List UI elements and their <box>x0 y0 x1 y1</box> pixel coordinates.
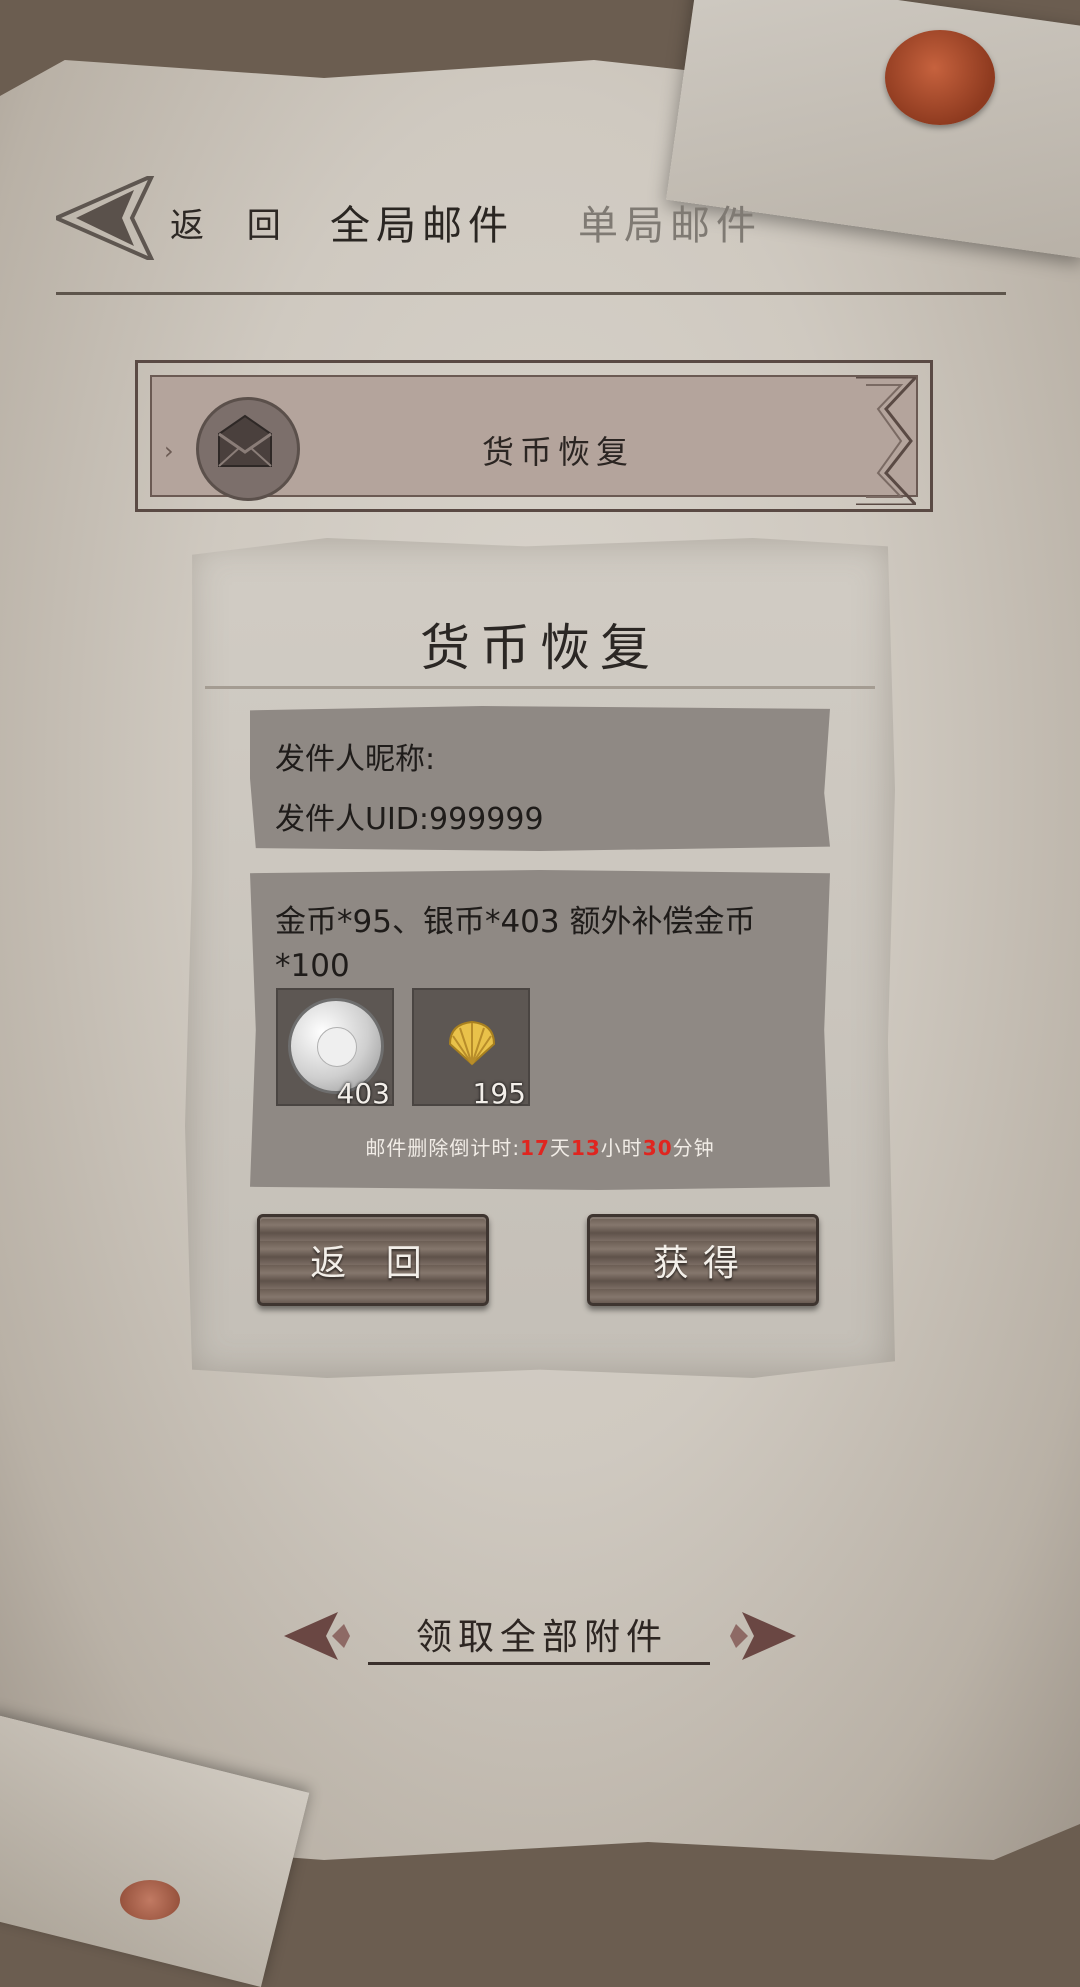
mail-content-panel: 金币*95、银币*403 额外补偿金币*100 403 195 邮件删除倒计时:… <box>250 870 830 1190</box>
back-link[interactable]: 返 回 <box>170 198 297 247</box>
sender-nickname: 发件人昵称: <box>275 742 436 777</box>
dialog-title: 货币恢复 <box>420 619 660 677</box>
shell-icon <box>448 1020 496 1066</box>
claim-all-underline <box>368 1662 710 1665</box>
mail-list-item-body: › 货币恢复 <box>150 375 918 505</box>
envelope-icon <box>196 397 300 501</box>
tab-global-mail[interactable]: 全局邮件 <box>330 193 514 251</box>
wax-seal-icon <box>885 30 995 125</box>
dialog-title-divider <box>205 686 875 689</box>
tab-single-mail[interactable]: 单局邮件 <box>578 193 762 251</box>
mail-content-text: 金币*95、银币*403 额外补偿金币*100 <box>275 904 756 984</box>
dialog-back-button[interactable]: 返 回 <box>257 1214 489 1306</box>
back-arrow-icon[interactable] <box>56 176 156 260</box>
mail-list-item[interactable]: › 货币恢复 <box>135 360 933 512</box>
wax-seal-small-icon <box>120 1880 180 1920</box>
arrow-right-icon <box>730 1612 796 1660</box>
attachment-slot-shell[interactable]: 195 <box>412 988 530 1110</box>
arrow-left-icon <box>284 1612 350 1660</box>
chevron-right-icon: › <box>164 437 174 465</box>
deletion-countdown: 邮件删除倒计时:17天13小时30分钟 <box>365 1136 715 1160</box>
header-divider <box>56 292 1006 295</box>
attachment-slot-silver-coin[interactable]: 403 <box>276 988 394 1110</box>
mail-item-title: 货币恢复 <box>482 433 635 471</box>
corner-ornament-icon <box>856 377 916 505</box>
mail-detail-dialog: 货币恢复 发件人昵称: 发件人UID:999999 金币*95、银币*403 额… <box>185 538 895 1378</box>
dialog-get-button[interactable]: 获得 <box>587 1214 819 1306</box>
sender-info-panel: 发件人昵称: 发件人UID:999999 <box>250 706 830 851</box>
claim-all-attachments-button[interactable]: 领取全部附件 <box>372 1608 712 1668</box>
sender-uid: 发件人UID:999999 <box>275 802 544 837</box>
attachment-count: 403 <box>336 1077 390 1110</box>
attachment-count: 195 <box>472 1077 526 1110</box>
